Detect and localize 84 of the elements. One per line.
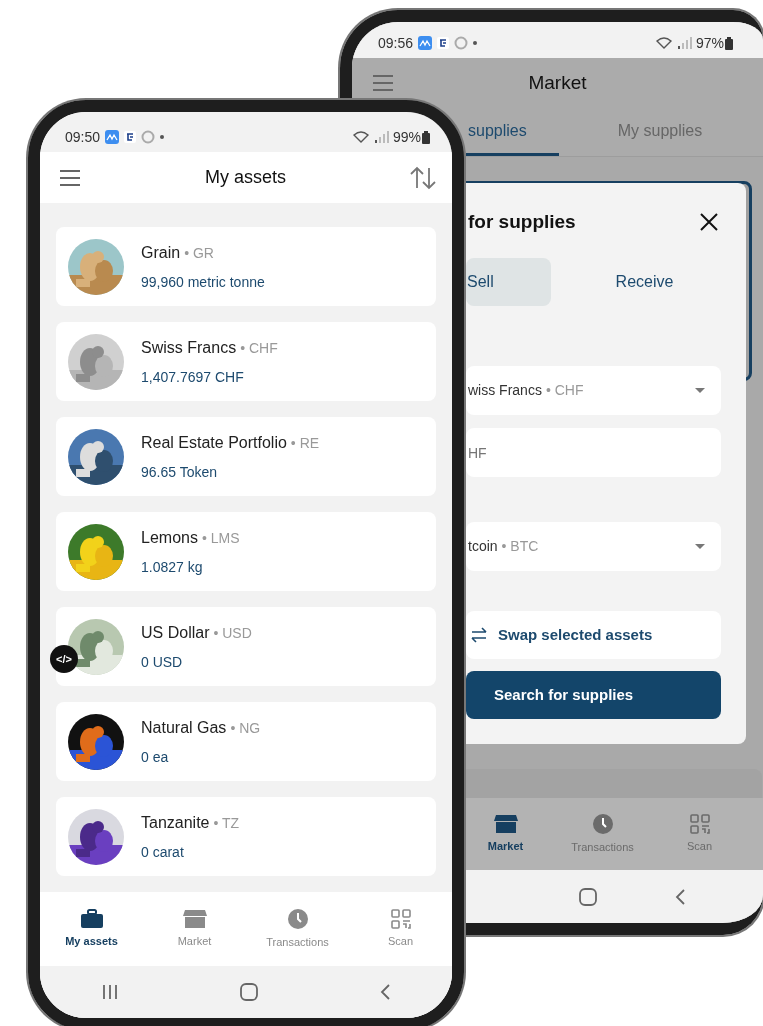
app-notification-icon (418, 36, 433, 50)
segment-option[interactable]: Sell (466, 258, 551, 306)
dot-icon (160, 135, 165, 139)
dot-icon (473, 41, 478, 45)
asset-name: Natural Gas (141, 718, 227, 736)
asset-name: Lemons (141, 528, 198, 546)
swap-button[interactable]: Swap selected assets (466, 611, 721, 659)
asset-name: Grain (141, 243, 181, 261)
asset-code: • TZ (213, 814, 240, 831)
dropdown-caret-icon (695, 543, 705, 550)
asset-amount: 0 carat (141, 842, 185, 862)
nav-tab[interactable]: Market (457, 798, 554, 870)
home-icon[interactable] (240, 983, 258, 1001)
menu-icon[interactable] (372, 74, 394, 92)
asset-name: Real Estate Portfolio (141, 433, 287, 451)
asset-card[interactable]: Natural Gas • NG 0 ea (56, 702, 436, 781)
app-notification-icon (105, 130, 120, 144)
app-notification-icon (124, 131, 137, 143)
asset-code: • LMS (201, 529, 240, 546)
asset-card[interactable]: Tanzanite • TZ 0 carat (56, 797, 436, 876)
battery-percent: 97% (695, 33, 724, 53)
asset-code: • RE (290, 434, 320, 451)
qr-code-icon (390, 908, 411, 929)
segment-option[interactable]: Receive (551, 258, 737, 306)
asset-name: Swiss Francs (141, 338, 237, 356)
nav-tab[interactable]: Transactions (246, 892, 349, 966)
recent-apps-icon[interactable] (100, 984, 119, 1000)
nav-tab[interactable]: Market (143, 892, 246, 966)
asset-card[interactable]: Real Estate Portfolio • RE 96.65 Token (56, 417, 436, 496)
screen-title: Market (527, 70, 588, 95)
back-icon[interactable] (674, 887, 686, 906)
asset-card[interactable]: Lemons • LMS 1.0827 kg (56, 512, 436, 591)
nav-tab[interactable]: My assets (40, 892, 143, 966)
select-field[interactable]: wiss Francs • CHF (466, 366, 721, 415)
wifi-icon (655, 37, 672, 49)
battery-percent: 99% (392, 127, 421, 147)
asset-amount: 1,407.7697 CHF (141, 367, 245, 387)
signal-icon (373, 131, 390, 143)
dropdown-caret-icon (695, 387, 705, 394)
clock-icon (286, 907, 309, 930)
amount-field[interactable]: HF (466, 428, 721, 477)
clock-icon (591, 812, 614, 835)
wifi-icon (352, 131, 369, 143)
circle-icon (454, 36, 469, 50)
asset-code: • USD (213, 624, 252, 641)
nav-tab[interactable]: Scan (349, 892, 452, 966)
asset-card[interactable]: Swiss Francs • CHF 1,407.7697 CHF (56, 322, 436, 401)
asset-name: US Dollar (141, 623, 210, 641)
back-icon[interactable] (379, 983, 392, 1001)
home-icon[interactable] (579, 887, 597, 906)
asset-amount: 0 ea (141, 747, 170, 767)
close-icon[interactable] (700, 213, 718, 231)
status-time: 09:56 (378, 33, 414, 53)
storefront-icon (182, 908, 207, 929)
qr-code-icon (689, 813, 710, 834)
sort-icon[interactable] (410, 165, 436, 190)
asset-amount: 99,960 metric tonne (141, 272, 265, 292)
signal-icon (676, 37, 693, 49)
select-value: tcoin (468, 537, 498, 556)
battery-icon (422, 130, 430, 144)
asset-amount: 1.0827 kg (141, 557, 204, 577)
battery-icon (725, 36, 733, 50)
asset-code: • GR (184, 244, 214, 261)
asset-code: • CHF (240, 339, 278, 356)
asset-card[interactable]: Grain • GR 99,960 metric tonne (56, 227, 436, 306)
asset-name: Tanzanite (141, 813, 210, 831)
circle-icon (141, 130, 156, 144)
asset-code: • BTC (501, 537, 539, 556)
asset-code: • CHF (545, 381, 584, 400)
code-badge[interactable]: </> (50, 645, 78, 673)
briefcase-icon (79, 908, 104, 929)
select-field[interactable]: tcoin • BTC (466, 522, 721, 571)
search-button[interactable]: Search for supplies (466, 671, 721, 719)
swap-arrows-icon (470, 627, 488, 643)
storefront-icon (493, 813, 518, 834)
app-notification-icon (437, 37, 450, 49)
asset-code: • NG (230, 719, 261, 736)
asset-amount: 96.65 Token (141, 462, 219, 482)
screen-title: My assets (204, 166, 287, 189)
asset-amount: 0 USD (141, 652, 184, 672)
status-time: 09:50 (65, 127, 101, 147)
menu-icon[interactable] (59, 168, 81, 187)
select-value: wiss Francs (468, 381, 542, 400)
dialog-title: for supplies (467, 209, 576, 234)
